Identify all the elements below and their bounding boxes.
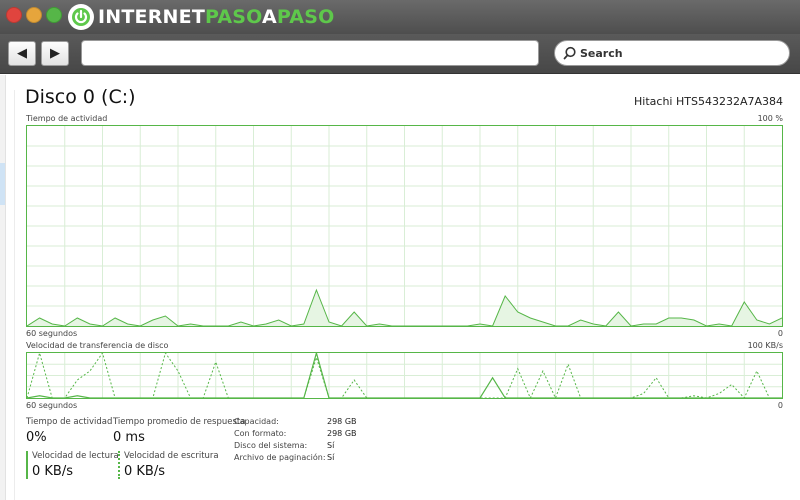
back-arrow-icon: ◀ xyxy=(17,46,27,61)
formatted-value: 298 GB xyxy=(327,429,357,438)
read-legend-line xyxy=(26,451,28,479)
read-stat-label: Velocidad de lectura xyxy=(32,451,119,461)
search-input[interactable]: Search xyxy=(554,40,790,66)
search-icon xyxy=(563,46,576,60)
logo-text: INTERNETPASOAPASO xyxy=(98,6,335,28)
write-stat-value: 0 KB/s xyxy=(124,464,165,479)
write-stat-label: Velocidad de escritura xyxy=(124,451,219,461)
panel-divider xyxy=(14,90,15,500)
minimize-window-button[interactable] xyxy=(26,7,42,23)
activity-graph-max: 100 % xyxy=(757,114,783,123)
left-panel-selection[interactable] xyxy=(0,163,5,205)
close-window-button[interactable] xyxy=(6,7,22,23)
back-button[interactable]: ◀ xyxy=(8,41,36,66)
write-legend-line xyxy=(118,451,120,479)
activity-stat-value: 0% xyxy=(26,430,47,445)
pagefile-label: Archivo de paginación: xyxy=(234,453,326,462)
forward-arrow-icon: ▶ xyxy=(50,46,60,61)
activity-stat-label: Tiempo de actividad xyxy=(26,417,113,427)
pagefile-value: Sí xyxy=(327,453,335,462)
disk-title: Disco 0 (C:) xyxy=(25,86,136,108)
transfer-graph xyxy=(26,352,783,399)
system-disk-label: Disco del sistema: xyxy=(234,441,308,450)
transfer-graph-label: Velocidad de transferencia de disco xyxy=(26,341,169,350)
response-stat-label: Tiempo promedio de respuesta xyxy=(113,417,246,427)
transfer-graph-max: 100 KB/s xyxy=(747,341,783,350)
formatted-label: Con formato: xyxy=(234,429,287,438)
address-bar[interactable] xyxy=(81,40,539,66)
response-stat-value: 0 ms xyxy=(113,430,145,445)
activity-graph-time: 60 segundos xyxy=(26,329,78,338)
capacity-label: Capacidad: xyxy=(234,417,279,426)
system-disk-value: Sí xyxy=(327,441,335,450)
site-logo[interactable]: INTERNETPASOAPASO xyxy=(68,4,334,30)
logo-power-icon xyxy=(68,4,94,30)
transfer-graph-time: 60 segundos xyxy=(26,401,78,410)
forward-button[interactable]: ▶ xyxy=(41,41,69,66)
activity-graph xyxy=(26,125,783,327)
transfer-graph-min: 0 xyxy=(777,401,783,410)
read-stat-value: 0 KB/s xyxy=(32,464,73,479)
browser-toolbar: ◀ ▶ Search xyxy=(0,34,800,74)
capacity-value: 298 GB xyxy=(327,417,357,426)
browser-titlebar: INTERNETPASOAPASO xyxy=(0,0,800,34)
disk-model: Hitachi HTS543232A7A384 xyxy=(634,95,783,108)
search-label: Search xyxy=(580,46,623,60)
activity-graph-min: 0 xyxy=(777,329,783,338)
left-panel-edge xyxy=(0,75,6,500)
maximize-window-button[interactable] xyxy=(46,7,62,23)
activity-graph-label: Tiempo de actividad xyxy=(26,114,108,123)
